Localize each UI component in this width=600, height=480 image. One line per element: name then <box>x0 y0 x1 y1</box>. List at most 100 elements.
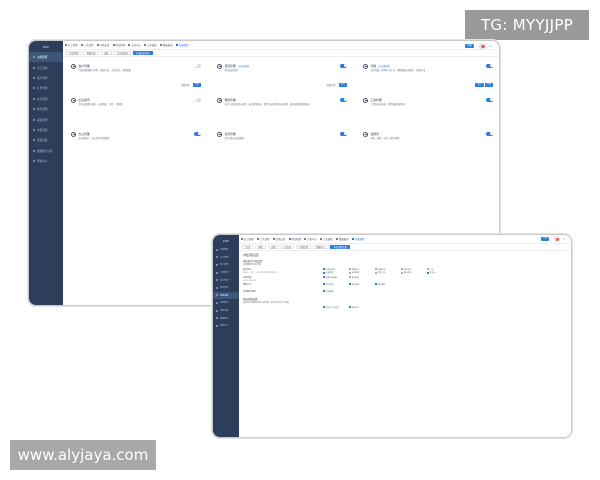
feature-toggle[interactable] <box>194 64 201 68</box>
checkbox-icon[interactable] <box>375 271 377 274</box>
top-nav-link[interactable]: 项目管理 <box>288 237 301 241</box>
checkbox-icon[interactable] <box>375 268 377 271</box>
tab[interactable]: 基础 <box>254 245 267 249</box>
top-nav-link[interactable]: 系统配置 <box>352 237 364 241</box>
details-link[interactable]: 查看详情 <box>181 83 190 87</box>
sidebar-item[interactable]: 库存管理 <box>213 276 239 284</box>
top-nav-link[interactable]: 文档中心 <box>128 43 141 47</box>
card-action-button[interactable]: 设置 <box>338 83 347 87</box>
tab[interactable]: 审批流程设置 <box>330 245 351 249</box>
sidebar-item[interactable]: 审批流程 <box>29 125 63 135</box>
checkbox-option[interactable]: 开启提醒 <box>323 290 349 294</box>
sidebar-item[interactable]: 功能配置 <box>213 246 239 254</box>
top-nav-link[interactable]: 系统配置 <box>176 43 188 47</box>
card-status-link[interactable]: 已开通功能 <box>238 64 250 68</box>
checkbox-option[interactable]: 指定部门 <box>349 306 375 310</box>
top-nav-link[interactable]: 员工管理 <box>65 43 77 47</box>
checkbox-icon[interactable] <box>323 268 325 271</box>
sidebar-item[interactable]: 库存管理 <box>29 94 63 104</box>
tab[interactable]: 已开通功能 <box>113 51 132 55</box>
sidebar-item[interactable]: 采购管理 <box>213 299 239 307</box>
checkbox-option[interactable]: 站内消息 <box>323 283 349 287</box>
feature-toggle[interactable] <box>340 98 347 102</box>
sidebar-item[interactable]: 采购管理 <box>29 114 63 124</box>
feature-toggle[interactable] <box>486 98 493 102</box>
chevron-down-icon[interactable]: ▾ <box>489 44 491 48</box>
feature-toggle[interactable] <box>486 64 493 68</box>
sidebar-item[interactable]: 数据统计分析 <box>29 146 63 156</box>
checkbox-option[interactable]: 邮件通知 <box>349 283 375 287</box>
top-nav-link[interactable]: 文档中心 <box>304 237 317 241</box>
feature-toggle[interactable] <box>194 132 201 136</box>
checkbox-icon[interactable] <box>349 271 351 274</box>
tab[interactable]: 扩展应用 <box>295 245 312 249</box>
checkbox-icon[interactable] <box>323 306 325 309</box>
top-nav-link[interactable]: 日程安排 <box>96 43 109 47</box>
checkbox-option[interactable]: 紧急程度 <box>349 271 375 275</box>
sidebar-item[interactable]: 数据统计 <box>213 314 239 322</box>
sidebar-item[interactable]: 客户管理 <box>213 261 239 269</box>
feature-toggle[interactable] <box>340 132 347 136</box>
sidebar-item[interactable]: 功能配置 <box>29 52 63 63</box>
top-nav-link[interactable]: 员工管理 <box>241 237 253 241</box>
top-nav-link[interactable]: 工作流程 <box>80 43 93 47</box>
sidebar-item[interactable]: 财务管理 <box>29 104 63 114</box>
sidebar-item[interactable]: 员工管理 <box>213 254 239 262</box>
checkbox-icon[interactable] <box>427 271 429 274</box>
card-action-button[interactable]: 开通 <box>484 83 493 87</box>
top-nav-link[interactable]: 公告通知 <box>320 237 333 241</box>
checkbox-icon[interactable] <box>323 283 325 286</box>
checkbox-icon[interactable] <box>349 276 351 279</box>
checkbox-icon[interactable] <box>323 290 325 293</box>
sidebar-item[interactable]: 系统设置 <box>29 135 63 145</box>
checkbox-option[interactable]: 备注说明 <box>401 271 427 275</box>
sidebar-item[interactable]: 客户管理 <box>29 73 63 83</box>
upgrade-button[interactable]: 升级 <box>465 44 474 48</box>
checkbox-icon[interactable] <box>427 268 429 271</box>
checkbox-option[interactable]: 指定成员 <box>349 276 375 280</box>
top-nav-link[interactable]: 数据报表 <box>160 43 173 47</box>
checkbox-icon[interactable] <box>375 283 377 286</box>
tab[interactable]: 基础功能 <box>83 51 99 55</box>
tab[interactable]: 全部 <box>242 245 254 249</box>
tab[interactable]: 全部功能 <box>66 51 82 55</box>
sidebar-item[interactable]: 帮助中心 <box>29 156 63 166</box>
checkbox-icon[interactable] <box>349 283 351 286</box>
sidebar-item[interactable]: 系统设置 <box>213 307 239 315</box>
chevron-down-icon[interactable]: ▾ <box>563 237 565 241</box>
checkbox-option[interactable]: 附件上传 <box>375 271 401 275</box>
checkbox-icon[interactable] <box>401 271 403 274</box>
checkbox-option[interactable]: 抄送人 <box>427 271 453 275</box>
checkbox-icon[interactable] <box>323 276 325 279</box>
top-nav-link[interactable]: 工作流程 <box>256 237 269 241</box>
sidebar-item[interactable]: 员工管理 <box>29 62 63 72</box>
top-nav-link[interactable]: 数据报表 <box>336 237 349 241</box>
upgrade-button[interactable]: 升级 <box>541 237 549 241</box>
top-nav-link[interactable]: 公告通知 <box>144 43 157 47</box>
checkbox-option[interactable]: 短信通知 <box>375 283 401 287</box>
tab[interactable]: 高级 <box>100 51 112 55</box>
checkbox-icon[interactable] <box>401 268 403 271</box>
checkbox-icon[interactable] <box>323 271 325 274</box>
feature-toggle[interactable] <box>340 64 347 68</box>
sidebar-item[interactable]: 订单管理 <box>29 83 63 93</box>
checkbox-option[interactable]: 申请类型 <box>323 271 349 275</box>
sidebar-item[interactable]: 帮助中心 <box>213 322 239 330</box>
checkbox-option[interactable]: 直属上级审批 <box>323 276 349 280</box>
top-nav-link[interactable]: 日程安排 <box>272 237 285 241</box>
checkbox-icon[interactable] <box>349 306 351 309</box>
avatar[interactable] <box>554 236 560 243</box>
feature-toggle[interactable] <box>194 98 201 102</box>
top-nav-link[interactable]: 项目管理 <box>112 43 125 47</box>
checkbox-icon[interactable] <box>349 268 351 271</box>
sidebar-item[interactable]: 订单管理 <box>213 269 239 277</box>
details-link[interactable]: 查看详情 <box>327 83 336 87</box>
tab[interactable]: 扩展应用市场 <box>132 51 153 55</box>
card-status-link[interactable]: 已开通功能 <box>378 64 390 68</box>
card-action-button[interactable]: 设置 <box>475 83 484 87</box>
tab[interactable]: 高级 <box>267 245 280 249</box>
tab[interactable]: 模板中心 <box>312 245 329 249</box>
tab[interactable]: 已开通 <box>280 245 295 249</box>
card-action-button[interactable]: 开通 <box>192 83 201 87</box>
sidebar-item[interactable]: 财务管理 <box>213 284 239 292</box>
